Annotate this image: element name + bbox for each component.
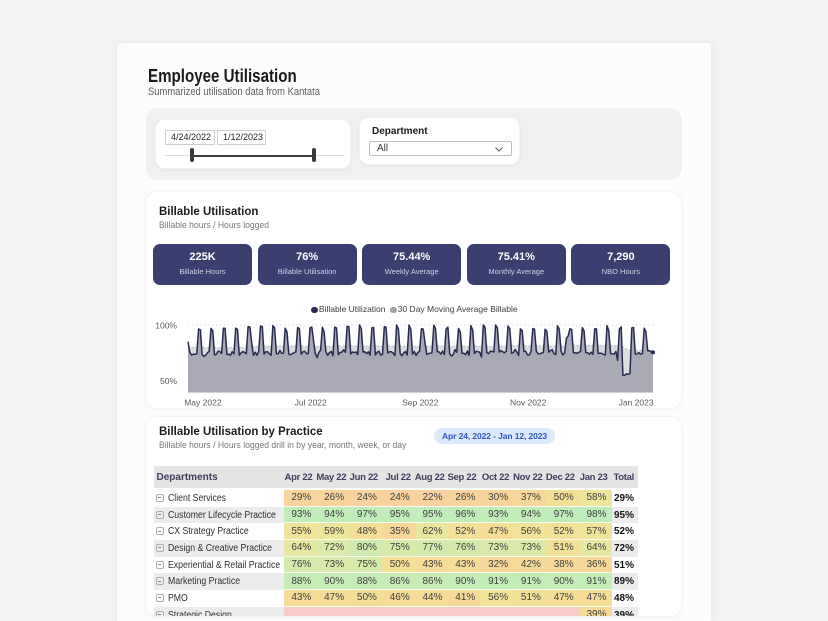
svg-text:Jan 2023: Jan 2023	[619, 398, 654, 408]
svg-text:Jul 2022: Jul 2022	[295, 398, 327, 408]
svg-text:50%: 50%	[160, 376, 177, 386]
svg-text:Nov 2022: Nov 2022	[510, 398, 547, 408]
svg-text:100%: 100%	[155, 321, 177, 331]
svg-text:Sep 2022: Sep 2022	[402, 398, 439, 408]
svg-text:May 2022: May 2022	[184, 398, 222, 408]
